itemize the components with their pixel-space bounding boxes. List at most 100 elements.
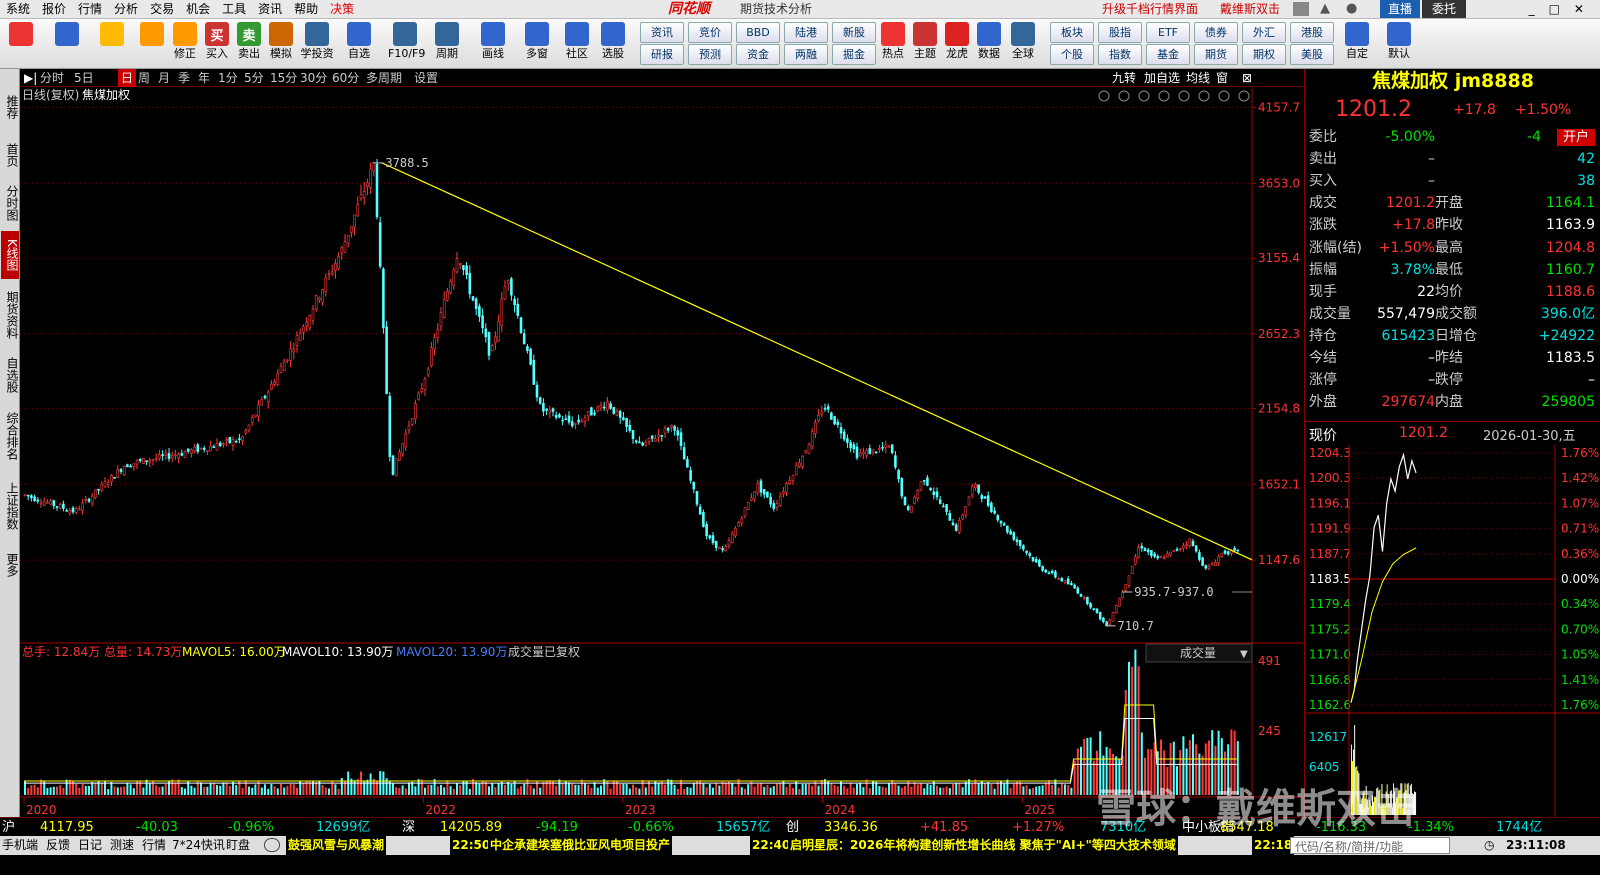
toolbar-ai-button[interactable] <box>50 22 84 66</box>
toolbar-small-button[interactable]: ETF <box>1146 22 1190 43</box>
toolbar-small-button[interactable]: BBD <box>736 22 780 43</box>
toolbar-small-button[interactable]: 指数 <box>1098 44 1142 65</box>
kline-chart-area[interactable]: 日线(复权) 焦煤加权 4157.7 3653.0 3155.4 2652.3 2154.8… <box>20 87 1304 817</box>
toolbar-sell-button[interactable]: 卖卖出 <box>232 22 266 66</box>
status-item[interactable]: 日记 <box>78 836 102 855</box>
toolbar-data-button[interactable]: 数据 <box>972 22 1006 66</box>
toolbar-grid-button[interactable] <box>4 22 38 66</box>
index-name[interactable]: 深 <box>402 818 415 837</box>
toolbar-small-button[interactable]: 股指 <box>1098 22 1142 43</box>
index-name[interactable]: 沪 <box>2 818 15 837</box>
news-item[interactable]: 中企承建埃塞俄比亚风电项目投产 <box>488 836 672 855</box>
toolbar-dragon-button[interactable]: 龙虎 <box>940 22 974 66</box>
dropdown-icon[interactable]: ▼ <box>1240 649 1248 660</box>
menu-item[interactable]: 决策 <box>324 0 360 19</box>
period-tab[interactable]: 年 <box>198 69 210 87</box>
toolbar-small-button[interactable]: 个股 <box>1050 44 1094 65</box>
menu-item[interactable]: 分析 <box>108 0 144 19</box>
live-button[interactable]: 直播 <box>1380 0 1420 18</box>
menu-item[interactable]: 系统 <box>0 0 36 19</box>
search-input[interactable]: 代码/名称/简拼/功能 <box>1290 837 1450 854</box>
leftnav-item[interactable]: 更多 <box>1 545 19 585</box>
toolbar-small-button[interactable]: 竞价 <box>688 22 732 43</box>
period-tab[interactable]: 分时 <box>40 69 64 87</box>
toolbar-buy-button[interactable]: 买买入 <box>200 22 234 66</box>
leftnav-item[interactable]: 上证指数 <box>1 473 19 539</box>
menu-item[interactable]: 交易 <box>144 0 180 19</box>
status-item[interactable]: 反馈 <box>46 836 70 855</box>
intraday-chart[interactable]: 1204.3 1.76% 1200.3 1.42% 1196.1 1.07% 1191.9 0… <box>1305 445 1600 817</box>
upgrade-link[interactable]: 升级千档行情界面 <box>1102 0 1198 19</box>
toolbar-small-button[interactable]: 资讯 <box>640 22 684 43</box>
toolbar-modify-button[interactable]: 修正 <box>168 22 202 66</box>
news-item[interactable]: 启明星辰：2026年将构建创新性增长曲线 聚焦于"AI+"等四大技术领域 <box>788 836 1178 855</box>
toolbar-small-button[interactable]: 预测 <box>688 44 732 65</box>
period-tab[interactable]: 月 <box>158 69 170 87</box>
toolbar-hot-button[interactable]: 热点 <box>876 22 910 66</box>
toolbar-small-button[interactable]: 期权 <box>1242 44 1286 65</box>
status-item[interactable]: 7*24快讯 <box>172 836 225 855</box>
leftnav-item[interactable]: K线图 <box>1 231 19 279</box>
period-tab[interactable]: 设置 <box>414 69 438 87</box>
chart-tool-button[interactable]: 九转 <box>1112 69 1136 87</box>
toolbar-small-button[interactable]: 外汇 <box>1242 22 1286 43</box>
toolbar-small-button[interactable]: 港股 <box>1290 22 1334 43</box>
davis-link[interactable]: 戴维斯双击 <box>1220 0 1280 19</box>
period-tab[interactable]: 5日 <box>74 69 94 87</box>
mail-icon[interactable] <box>1293 2 1309 16</box>
toolbar-simulate-button[interactable]: 模拟 <box>264 22 298 66</box>
status-item[interactable]: 测速 <box>110 836 134 855</box>
toolbar-community-button[interactable]: 社区 <box>560 22 594 66</box>
toolbar-multiwin-button[interactable]: 多窗 <box>520 22 554 66</box>
menu-item[interactable]: 报价 <box>36 0 72 19</box>
period-tab[interactable]: 多周期 <box>366 69 402 87</box>
toolbar-custom-button[interactable]: 自定 <box>1340 22 1374 66</box>
menu-item[interactable]: 机会 <box>180 0 216 19</box>
toolbar-small-button[interactable]: 陆港 <box>784 22 828 43</box>
status-item[interactable]: 行情 <box>142 836 166 855</box>
status-item[interactable]: 手机端 <box>2 836 38 855</box>
toolbar-theme-button[interactable]: 主题 <box>908 22 942 66</box>
menu-item[interactable]: 工具 <box>216 0 252 19</box>
toolbar-period-button[interactable]: 周期 <box>430 22 464 66</box>
window-controls[interactable]: _□✕ <box>1478 0 1598 18</box>
period-tab[interactable]: 60分 <box>332 69 359 87</box>
period-tab[interactable]: 1分 <box>218 69 238 87</box>
leftnav-item[interactable]: 首页 <box>1 135 19 175</box>
kline-svg[interactable]: 日线(复权) 焦煤加权 4157.7 3653.0 3155.4 2652.3 2154.8… <box>20 87 1304 817</box>
leftnav-item[interactable]: 分时图 <box>1 179 19 227</box>
toolbar-up-down-arrow-button[interactable] <box>135 22 169 66</box>
open-account-button[interactable]: 开户 <box>1557 129 1595 146</box>
toolbar-select-stock-button[interactable]: 选股 <box>596 22 630 66</box>
toolbar-small-button[interactable]: 资金 <box>736 44 780 65</box>
menu-item[interactable]: 帮助 <box>288 0 324 19</box>
leftnav-item[interactable]: 期货资料 <box>1 283 19 347</box>
toolbar-back-arrow-button[interactable] <box>95 22 129 66</box>
chart-close-icon[interactable]: ⊠ <box>1242 69 1252 87</box>
toolbar-small-button[interactable]: 美股 <box>1290 44 1334 65</box>
leftnav-item[interactable]: 推荐 <box>1 85 19 129</box>
user-icon[interactable]: ● <box>1346 1 1357 16</box>
refresh-icon[interactable] <box>264 838 280 852</box>
toolbar-small-button[interactable]: 新股 <box>832 22 876 43</box>
order-button[interactable]: 委托 <box>1422 0 1466 18</box>
play-icon[interactable]: ▶| <box>24 69 37 87</box>
chart-tool-button[interactable]: 均线 <box>1186 69 1210 87</box>
period-tab[interactable]: 周 <box>138 69 150 87</box>
period-tab[interactable]: 30分 <box>300 69 327 87</box>
toolbar-small-button[interactable]: 期货 <box>1194 44 1238 65</box>
news-item[interactable]: 鼓强风雪与风暴潮 <box>286 836 386 855</box>
toolbar-f10-button[interactable]: F10/F9 <box>388 22 422 66</box>
chart-tool-button[interactable]: 加自选 <box>1144 69 1180 87</box>
period-tab[interactable]: 日 <box>118 69 136 87</box>
toolbar-draw-button[interactable]: 画线 <box>476 22 510 66</box>
toolbar-global-button[interactable]: 全球 <box>1006 22 1040 66</box>
status-item[interactable]: 盯盘 <box>226 836 250 855</box>
toolbar-small-button[interactable]: 研报 <box>640 44 684 65</box>
period-tab[interactable]: 15分 <box>270 69 297 87</box>
toolbar-small-button[interactable]: 掘金 <box>832 44 876 65</box>
toolbar-small-button[interactable]: 债券 <box>1194 22 1238 43</box>
menu-item[interactable]: 行情 <box>72 0 108 19</box>
period-tab[interactable]: 5分 <box>244 69 264 87</box>
leftnav-item[interactable]: 自选股 <box>1 351 19 399</box>
